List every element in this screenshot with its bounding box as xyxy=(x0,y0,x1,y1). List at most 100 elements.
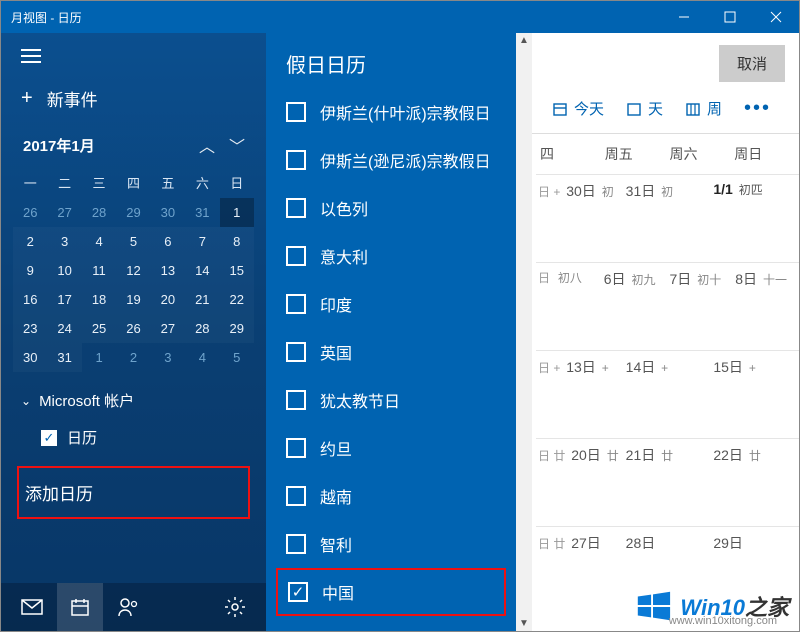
day-view-button[interactable]: 天 xyxy=(620,94,669,123)
next-month-button[interactable]: ﹀ xyxy=(222,133,252,157)
mini-day[interactable]: 28 xyxy=(185,314,219,343)
checkbox-icon xyxy=(286,534,306,554)
mini-day[interactable]: 23 xyxy=(13,314,47,343)
week-view-button[interactable]: 周 xyxy=(679,94,728,123)
mini-day[interactable]: 29 xyxy=(116,198,150,227)
mini-day[interactable]: 31 xyxy=(185,198,219,227)
main-calendar-area: ▲ ▼ 取消 今天 天 周 ••• xyxy=(516,33,799,631)
mini-day[interactable]: 2 xyxy=(13,227,47,256)
mini-day[interactable]: 5 xyxy=(116,227,150,256)
day-cell[interactable]: 6日 初九 xyxy=(602,263,668,350)
today-button[interactable]: 今天 xyxy=(546,94,610,123)
mini-day[interactable]: 22 xyxy=(220,285,254,314)
mini-dow: 五 xyxy=(151,167,185,198)
checkbox-icon xyxy=(288,582,308,602)
holiday-item[interactable]: 伊斯兰(什叶派)宗教假日 xyxy=(266,88,516,136)
mini-day[interactable]: 30 xyxy=(151,198,185,227)
holiday-item[interactable]: 英国 xyxy=(266,328,516,376)
mini-day[interactable]: 27 xyxy=(47,198,81,227)
close-button[interactable] xyxy=(753,1,799,33)
day-cell[interactable]: 14日 + xyxy=(624,351,712,438)
mini-day[interactable]: 26 xyxy=(13,198,47,227)
mini-day[interactable]: 29 xyxy=(220,314,254,343)
mini-day[interactable]: 30 xyxy=(13,343,47,372)
day-cell[interactable]: 日 廿 20日 廿 xyxy=(536,439,624,526)
mini-day[interactable]: 12 xyxy=(116,256,150,285)
mini-day[interactable]: 26 xyxy=(116,314,150,343)
mini-day[interactable]: 8 xyxy=(220,227,254,256)
mail-icon[interactable] xyxy=(9,583,55,631)
mini-day[interactable]: 4 xyxy=(82,227,116,256)
more-button[interactable]: ••• xyxy=(738,97,777,120)
new-event-button[interactable]: + 新事件 xyxy=(1,76,266,129)
day-cell[interactable]: 日 廿 27日 xyxy=(536,527,624,614)
mini-day[interactable]: 15 xyxy=(220,256,254,285)
day-cell[interactable]: 7日 初十 xyxy=(668,263,734,350)
mini-day[interactable]: 18 xyxy=(82,285,116,314)
calendar-icon[interactable] xyxy=(57,583,103,631)
day-cell[interactable]: 22日 廿 xyxy=(711,439,799,526)
day-cell[interactable]: 15日 + xyxy=(711,351,799,438)
maximize-button[interactable] xyxy=(707,1,753,33)
holiday-item[interactable]: 印度 xyxy=(266,280,516,328)
checkbox-icon xyxy=(286,246,306,266)
day-cell[interactable]: 31日 初 xyxy=(624,175,712,262)
day-cell[interactable]: 日 + 13日 + xyxy=(536,351,624,438)
day-cell[interactable]: 日 + 30日 初 xyxy=(536,175,624,262)
holiday-item[interactable]: 智利 xyxy=(266,520,516,568)
mini-day[interactable]: 4 xyxy=(185,343,219,372)
holiday-item[interactable]: 意大利 xyxy=(266,232,516,280)
holiday-label: 伊斯兰(什叶派)宗教假日 xyxy=(320,100,491,124)
holiday-label: 约旦 xyxy=(320,436,352,460)
holiday-item[interactable]: 犹太教节日 xyxy=(266,376,516,424)
holiday-item[interactable]: 伊斯兰(逊尼派)宗教假日 xyxy=(266,136,516,184)
mini-day[interactable]: 17 xyxy=(47,285,81,314)
checkbox-icon xyxy=(286,390,306,410)
minimize-button[interactable] xyxy=(661,1,707,33)
mini-day[interactable]: 3 xyxy=(151,343,185,372)
mini-day[interactable]: 10 xyxy=(47,256,81,285)
holiday-item[interactable]: 以色列 xyxy=(266,184,516,232)
mini-day[interactable]: 16 xyxy=(13,285,47,314)
mini-day[interactable]: 6 xyxy=(151,227,185,256)
holiday-item[interactable]: 约旦 xyxy=(266,424,516,472)
account-toggle[interactable]: ⌄ Microsoft 帐户 xyxy=(1,376,266,417)
mini-day[interactable]: 28 xyxy=(82,198,116,227)
mini-day[interactable]: 3 xyxy=(47,227,81,256)
add-calendar-button[interactable]: 添加日历 xyxy=(17,466,250,519)
holiday-item[interactable]: 越南 xyxy=(266,472,516,520)
prev-month-button[interactable]: ︿ xyxy=(192,133,222,157)
hamburger-button[interactable] xyxy=(1,33,266,76)
holiday-item[interactable]: 中国 xyxy=(276,568,506,616)
view-toolbar: 今天 天 周 ••• xyxy=(516,88,799,134)
day-cell[interactable]: 8日 十一 xyxy=(733,263,799,350)
mini-day[interactable]: 14 xyxy=(185,256,219,285)
day-cell[interactable]: 日 初八 xyxy=(536,263,602,350)
day-cell[interactable]: 1/1 初匹 xyxy=(711,175,799,262)
checkbox-icon xyxy=(286,150,306,170)
mini-day[interactable]: 1 xyxy=(82,343,116,372)
mini-day[interactable]: 27 xyxy=(151,314,185,343)
chevron-down-icon: ⌄ xyxy=(21,394,31,408)
calendar-checkbox-item[interactable]: ✓ 日历 xyxy=(1,417,266,458)
new-event-label: 新事件 xyxy=(47,86,98,111)
mini-day[interactable]: 9 xyxy=(13,256,47,285)
mini-day[interactable]: 5 xyxy=(220,343,254,372)
people-icon[interactable] xyxy=(105,583,151,631)
mini-day[interactable]: 1 xyxy=(220,198,254,227)
mini-day[interactable]: 24 xyxy=(47,314,81,343)
mini-day[interactable]: 7 xyxy=(185,227,219,256)
cancel-button[interactable]: 取消 xyxy=(719,45,785,82)
mini-day[interactable]: 13 xyxy=(151,256,185,285)
scrollbar[interactable]: ▲ ▼ xyxy=(516,33,532,631)
mini-day[interactable]: 19 xyxy=(116,285,150,314)
mini-day[interactable]: 11 xyxy=(82,256,116,285)
mini-day[interactable]: 31 xyxy=(47,343,81,372)
mini-day[interactable]: 25 xyxy=(82,314,116,343)
day-cell[interactable]: 21日 廿 xyxy=(624,439,712,526)
mini-day[interactable]: 20 xyxy=(151,285,185,314)
settings-icon[interactable] xyxy=(212,583,258,631)
holiday-label: 印度 xyxy=(320,292,352,316)
mini-day[interactable]: 2 xyxy=(116,343,150,372)
mini-day[interactable]: 21 xyxy=(185,285,219,314)
